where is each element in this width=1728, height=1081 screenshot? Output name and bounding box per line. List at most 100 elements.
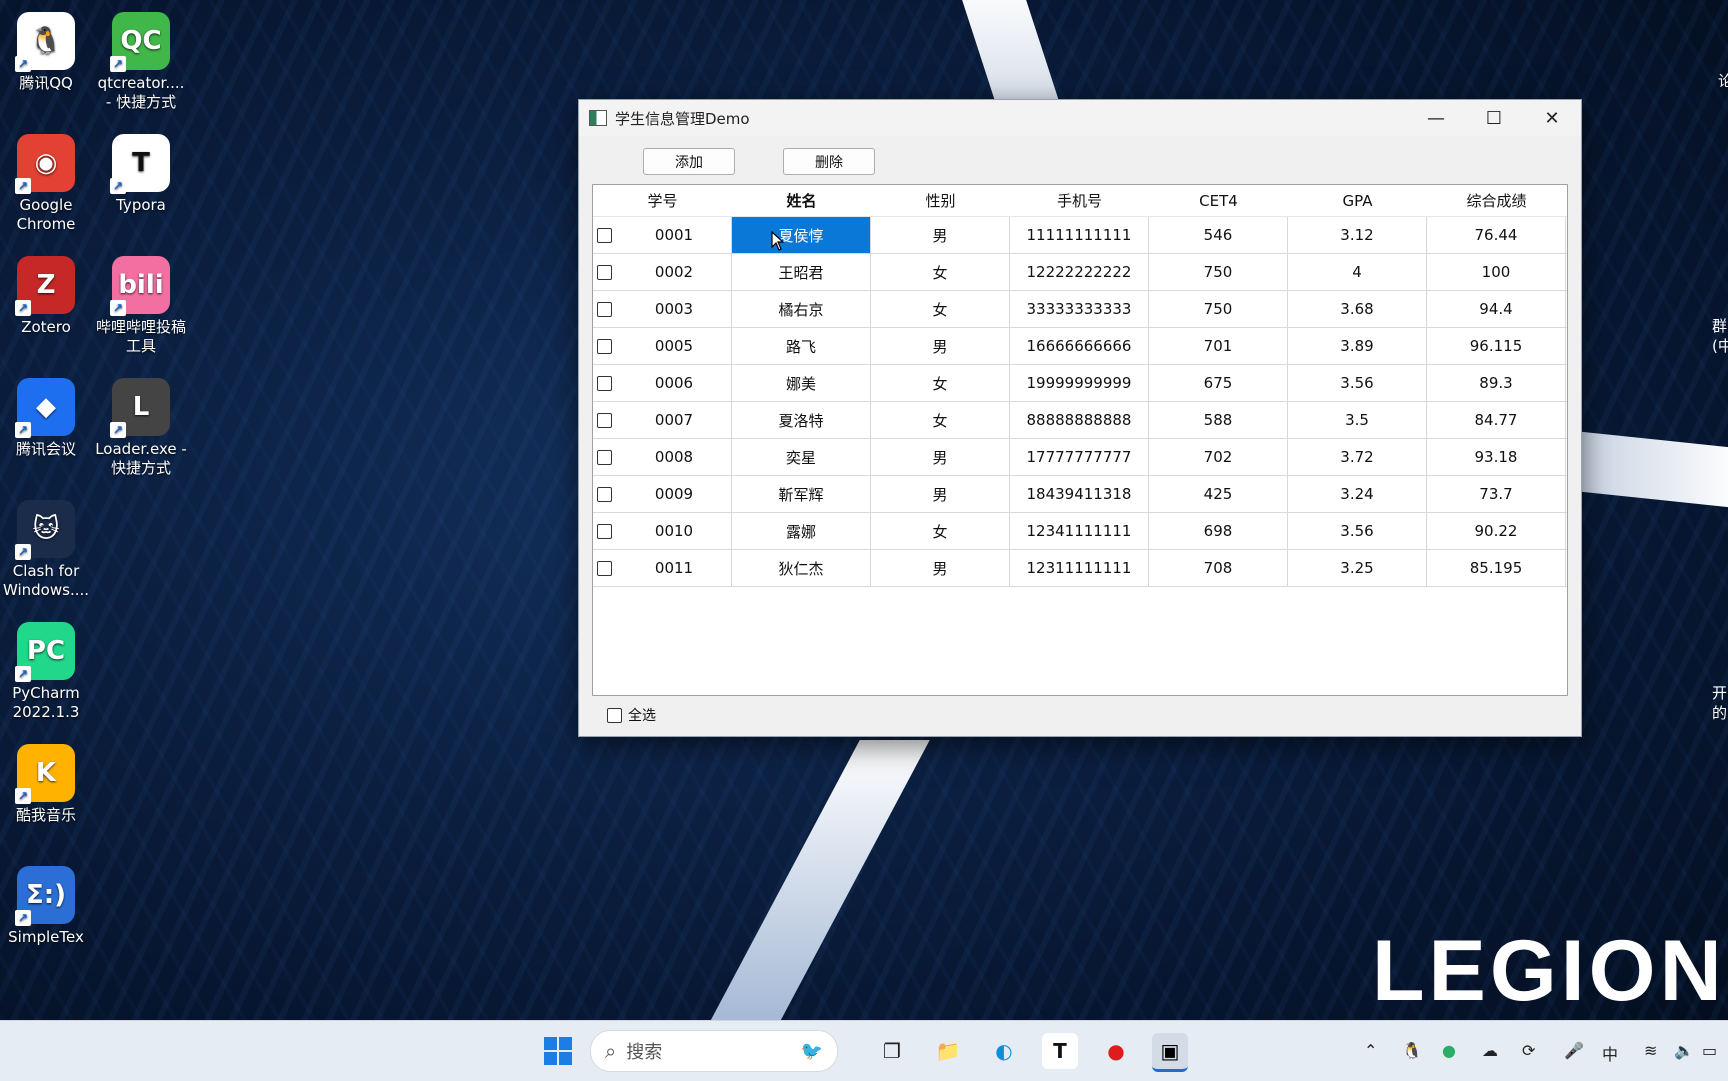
table-cell[interactable]: 12341111111 [1010, 513, 1149, 549]
table-cell[interactable]: 狄仁杰 [732, 550, 871, 586]
table-cell[interactable]: 男 [871, 550, 1010, 586]
typora-taskbar-icon[interactable]: T [1042, 1033, 1078, 1069]
delete-button[interactable]: 删除 [783, 148, 875, 175]
table-cell[interactable]: 娜美 [732, 365, 871, 401]
desktop-icon[interactable]: K ↗ 酷我音乐 [0, 744, 92, 825]
table-cell[interactable]: 女 [871, 402, 1010, 438]
table-cell[interactable]: 11111111111 [1010, 217, 1149, 253]
table-row[interactable]: 0011 狄仁杰男 12311111111 708 3.25 85.195 [593, 550, 1567, 587]
desktop-icon[interactable]: bili ↗ 哔哩哔哩投稿工具 [95, 256, 187, 356]
table-cell[interactable]: 750 [1149, 254, 1288, 290]
row-checkbox[interactable] [597, 339, 612, 354]
table-cell[interactable]: 100 [1427, 254, 1566, 290]
desktop-icon[interactable]: Σ:) ↗ SimpleTex [0, 866, 92, 947]
table-row[interactable]: 0008 奕星男 17777777777 702 3.72 93.18 [593, 439, 1567, 476]
table-cell[interactable]: 89.3 [1427, 365, 1566, 401]
table-row[interactable]: 0007 夏洛特女 88888888888 588 3.5 84.77 [593, 402, 1567, 439]
table-cell[interactable]: 3.68 [1288, 291, 1427, 327]
table-cell[interactable]: 0003 [593, 291, 732, 327]
table-cell[interactable]: 708 [1149, 550, 1288, 586]
maximize-button[interactable]: ☐ [1465, 100, 1523, 136]
table-cell[interactable]: 3.12 [1288, 217, 1427, 253]
desktop-icon[interactable]: QC ↗ qtcreator.... - 快捷方式 [95, 12, 187, 112]
table-cell[interactable]: 88888888888 [1010, 402, 1149, 438]
sync-tray-icon[interactable]: ⟳ [1522, 1041, 1535, 1060]
table-cell[interactable]: 橘右京 [732, 291, 871, 327]
edge-browser-icon[interactable]: ◐ [986, 1033, 1022, 1069]
table-cell[interactable]: 夏侯惇 [732, 217, 871, 253]
table-cell[interactable]: 96.115 [1427, 328, 1566, 364]
table-cell[interactable]: 94.4 [1427, 291, 1566, 327]
row-checkbox[interactable] [597, 265, 612, 280]
table-cell[interactable]: 夏洛特 [732, 402, 871, 438]
table-cell[interactable]: 546 [1149, 217, 1288, 253]
row-checkbox[interactable] [597, 487, 612, 502]
column-header[interactable]: 姓名 [732, 185, 871, 216]
table-cell[interactable]: 3.25 [1288, 550, 1427, 586]
table-cell[interactable]: 0010 [593, 513, 732, 549]
table-cell[interactable]: 男 [871, 476, 1010, 512]
table-cell[interactable]: 路飞 [732, 328, 871, 364]
desktop-icon[interactable]: 🐧 ↗ 腾讯QQ [0, 12, 92, 93]
minimize-button[interactable]: — [1407, 100, 1465, 136]
file-explorer-icon[interactable]: 📁 [930, 1033, 966, 1069]
table-cell[interactable]: 女 [871, 254, 1010, 290]
table-cell[interactable]: 33333333333 [1010, 291, 1149, 327]
column-header[interactable]: GPA [1288, 185, 1427, 216]
table-row[interactable]: 0010 露娜女 12341111111 698 3.56 90.22 [593, 513, 1567, 550]
table-cell[interactable]: 12311111111 [1010, 550, 1149, 586]
table-cell[interactable]: 女 [871, 513, 1010, 549]
battery-icon[interactable]: ▭ [1702, 1041, 1717, 1060]
record-icon[interactable]: ● [1098, 1033, 1134, 1069]
table-cell[interactable]: 85.195 [1427, 550, 1566, 586]
table-cell[interactable]: 12222222222 [1010, 254, 1149, 290]
table-cell[interactable]: 18439411318 [1010, 476, 1149, 512]
ime-indicator[interactable]: 中 [1602, 1041, 1618, 1065]
table-cell[interactable]: 男 [871, 439, 1010, 475]
tray-chevron-icon[interactable]: ⌃ [1364, 1041, 1377, 1060]
table-row[interactable]: 0001 夏侯惇男 11111111111 546 3.12 76.44 [593, 217, 1567, 254]
column-header[interactable]: 手机号 [1010, 185, 1149, 216]
student-app-taskbar-icon[interactable]: ▣ [1152, 1033, 1188, 1072]
select-all-checkbox[interactable] [607, 707, 622, 723]
table-cell[interactable]: 3.5 [1288, 402, 1427, 438]
volume-icon[interactable]: 🔈 [1674, 1041, 1694, 1060]
table-cell[interactable]: 73.7 [1427, 476, 1566, 512]
wifi-icon[interactable]: ≋ [1644, 1041, 1657, 1060]
table-cell[interactable]: 0006 [593, 365, 732, 401]
desktop-icon[interactable]: T ↗ Typora [95, 134, 187, 215]
qq-tray-icon[interactable]: 🐧 [1402, 1041, 1422, 1060]
table-cell[interactable]: 靳军辉 [732, 476, 871, 512]
table-cell[interactable]: 王昭君 [732, 254, 871, 290]
table-cell[interactable]: 0001 [593, 217, 732, 253]
task-view-icon[interactable]: ❐ [874, 1033, 910, 1069]
column-header[interactable]: 学号 [593, 185, 732, 216]
desktop-icon[interactable]: Z ↗ Zotero [0, 256, 92, 337]
table-cell[interactable]: 0009 [593, 476, 732, 512]
table-cell[interactable]: 男 [871, 217, 1010, 253]
row-checkbox[interactable] [597, 450, 612, 465]
table-row[interactable]: 0009 靳军辉男 18439411318 425 3.24 73.7 [593, 476, 1567, 513]
table-cell[interactable]: 3.24 [1288, 476, 1427, 512]
table-cell[interactable]: 4 [1288, 254, 1427, 290]
taskbar-search[interactable]: ⌕ 搜索 🐦 [590, 1030, 838, 1072]
table-cell[interactable]: 750 [1149, 291, 1288, 327]
add-button[interactable]: 添加 [643, 148, 735, 175]
row-checkbox[interactable] [597, 413, 612, 428]
table-cell[interactable]: 3.56 [1288, 513, 1427, 549]
table-row[interactable]: 0003 橘右京女 33333333333 750 3.68 94.4 [593, 291, 1567, 328]
row-checkbox[interactable] [597, 228, 612, 243]
mic-tray-icon[interactable]: 🎤 [1564, 1041, 1584, 1060]
close-button[interactable]: ✕ [1523, 100, 1581, 136]
start-icon[interactable] [540, 1033, 576, 1069]
table-cell[interactable]: 675 [1149, 365, 1288, 401]
table-cell[interactable]: 3.89 [1288, 328, 1427, 364]
desktop-icon[interactable]: ◆ ↗ 腾讯会议 [0, 378, 92, 459]
row-checkbox[interactable] [597, 376, 612, 391]
table-row[interactable]: 0006 娜美女 19999999999 675 3.56 89.3 [593, 365, 1567, 402]
table-cell[interactable]: 698 [1149, 513, 1288, 549]
table-cell[interactable]: 露娜 [732, 513, 871, 549]
table-cell[interactable]: 0002 [593, 254, 732, 290]
column-header[interactable]: 性别 [871, 185, 1010, 216]
table-cell[interactable]: 16666666666 [1010, 328, 1149, 364]
